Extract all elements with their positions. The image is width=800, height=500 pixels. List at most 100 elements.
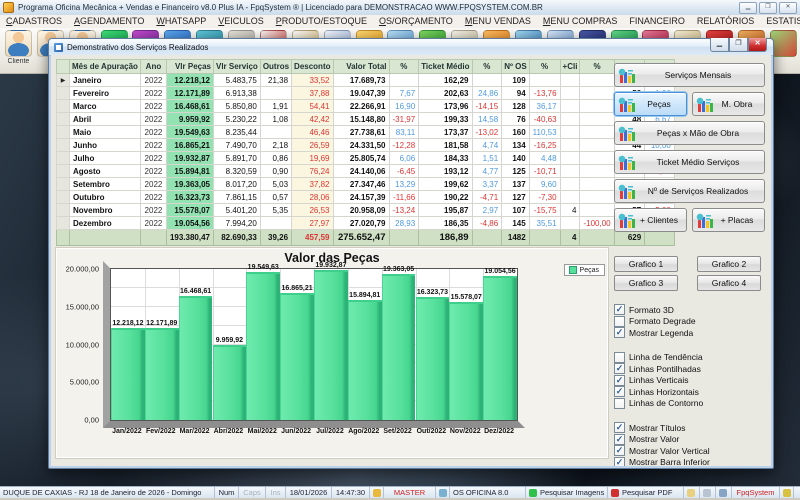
checkbox-mostrar-valor[interactable]: ✓Mostrar Valor [614, 434, 765, 446]
app-close-button[interactable]: ✕ [779, 2, 797, 14]
checkbox-linhas-verticais[interactable]: ✓Linhas Verticais [614, 375, 765, 387]
column-header[interactable]: Mês de Apuração [70, 60, 141, 74]
column-header[interactable]: Vlr Serviço [214, 60, 261, 74]
cell [560, 126, 580, 139]
column-header[interactable]: Valor Total [333, 60, 389, 74]
window-maximize-button[interactable]: ❐ [729, 38, 748, 52]
checkbox-mostrar-barra-inferior[interactable]: ✓Mostrar Barra Inferior [614, 457, 765, 467]
column-header[interactable]: Desconto [292, 60, 333, 74]
cell: 2022 [140, 217, 166, 230]
table-row[interactable]: Agosto202215.894,818.320,590,9076,2424.1… [57, 165, 675, 178]
column-header[interactable]: % [389, 60, 419, 74]
button-ticket-m-dio-servi-os[interactable]: Ticket Médio Serviços [614, 150, 765, 174]
cell: 9,60 [529, 178, 560, 191]
cell: 195,87 [419, 204, 472, 217]
button-m-obra[interactable]: M. Obra [692, 92, 765, 116]
column-header[interactable]: Ano [140, 60, 166, 74]
button-servi-os-mensais[interactable]: Serviços Mensais [614, 63, 765, 87]
column-header[interactable]: % [472, 60, 502, 74]
checkbox-linhas-pontilhadas[interactable]: ✓Linhas Pontilhadas [614, 363, 765, 375]
column-header[interactable]: % [529, 60, 560, 74]
button-pe-as-x-m-o-de-obra[interactable]: Peças x Mão de Obra [614, 121, 765, 145]
bar-value-label: 15.894,81 [349, 292, 380, 299]
column-header[interactable]: +Cli [560, 60, 580, 74]
cell: 27,97 [292, 217, 333, 230]
chart-bar [416, 297, 450, 420]
button-grafico-3[interactable]: Grafico 3 [614, 275, 678, 291]
checkbox-mostrar-t-tulos[interactable]: ✓Mostrar Títulos [614, 422, 765, 434]
table-row[interactable]: Abril20229.959,925.230,221,0842,4215.148… [57, 113, 675, 126]
cell [580, 165, 614, 178]
toolbar-client-icon[interactable]: Cliente [4, 30, 33, 73]
button-n-de-servi-os-realizados[interactable]: Nº de Serviços Realizados [614, 179, 765, 203]
cell: 16.323,73 [166, 191, 213, 204]
button-grafico-4[interactable]: Grafico 4 [697, 275, 761, 291]
column-header[interactable]: Outros [260, 60, 291, 74]
cell: 27.347,46 [333, 178, 389, 191]
checkbox-mostrar-legenda[interactable]: ✓Mostrar Legenda [614, 327, 765, 339]
checkbox-linha-de-tend-ncia[interactable]: Linha de Tendência [614, 352, 765, 364]
menu-item-veiculos[interactable]: VEICULOS [212, 15, 270, 28]
cell: Outubro [70, 191, 141, 204]
table-row[interactable]: Setembro202219.363,058.017,205,0337,8227… [57, 178, 675, 191]
bar-chart-icon [618, 213, 636, 228]
button-grafico-2[interactable]: Grafico 2 [697, 256, 761, 272]
checkbox [614, 316, 625, 327]
checkbox-formato-degrade[interactable]: Formato Degrade [614, 316, 765, 328]
menu-item-financeiro[interactable]: FINANCEIRO [623, 15, 691, 28]
column-header[interactable]: Vlr Peças [166, 60, 213, 74]
button--placas[interactable]: + Placas [692, 208, 765, 232]
cell: 20.958,09 [333, 204, 389, 217]
checkbox-linhas-de-contorno[interactable]: Linhas de Contorno [614, 398, 765, 410]
menu-item-estatistica[interactable]: ESTATISTICA [760, 15, 800, 28]
table-row[interactable]: Marco202216.468,615.850,801,9154,4122.26… [57, 100, 675, 113]
cell: 202,63 [419, 87, 472, 100]
checkbox-mostrar-valor-vertical[interactable]: ✓Mostrar Valor Vertical [614, 445, 765, 457]
column-header[interactable]: Nº OS [502, 60, 529, 74]
menu-item-relat-rios[interactable]: RELATÓRIOS [691, 15, 760, 28]
table-row[interactable]: Julho202219.932,875.891,700,8619,6925.80… [57, 152, 675, 165]
table-row[interactable]: Maio202219.549,638.235,4446,4627.738,618… [57, 126, 675, 139]
checkbox-label: Linhas Horizontais [629, 387, 699, 397]
cell: Novembro [70, 204, 141, 217]
table-row[interactable]: Junho202216.865,217.490,702,1826,5924.33… [57, 139, 675, 152]
cell: 2022 [140, 74, 166, 87]
table-row[interactable]: Outubro202216.323,737.861,150,5728,0624.… [57, 191, 675, 204]
cell: 2022 [140, 87, 166, 100]
cell: 76 [502, 113, 529, 126]
totals-cell [580, 230, 614, 246]
menu-item-cadastros[interactable]: CADASTROS [0, 15, 68, 28]
table-row[interactable]: Novembro202215.578,075.401,205,3526,5320… [57, 204, 675, 217]
menu-item-menu-vendas[interactable]: MENU VENDAS [459, 15, 537, 28]
checkbox-formato-3d[interactable]: ✓Formato 3D [614, 304, 765, 316]
cell: 21,38 [260, 74, 291, 87]
checkbox-label: Formato 3D [629, 305, 674, 315]
menu-item-whatsapp[interactable]: WHATSAPP [150, 15, 212, 28]
column-header[interactable]: % [580, 60, 614, 74]
cell: 28,06 [292, 191, 333, 204]
table-row[interactable]: Dezembro202219.054,567.994,2027,9727.020… [57, 217, 675, 230]
checkbox-label: Mostrar Barra Inferior [629, 457, 710, 466]
window-close-button[interactable]: ✕ [748, 38, 767, 52]
cell [580, 126, 614, 139]
app-restore-button[interactable]: ❐ [759, 2, 777, 14]
column-header[interactable]: Ticket Médio [419, 60, 472, 74]
cell: 27.020,79 [333, 217, 389, 230]
app-minimize-button[interactable]: ▁ [739, 2, 757, 14]
menu-item-agendamento[interactable]: AGENDAMENTO [68, 15, 150, 28]
cell: 33,52 [292, 74, 333, 87]
button-pe-as[interactable]: Peças [614, 92, 687, 116]
y-axis-tick: 20.000,00 [66, 265, 99, 274]
table-row[interactable]: ▶Janeiro202212.218,125.483,7521,3833,521… [57, 74, 675, 87]
button-grafico-1[interactable]: Grafico 1 [614, 256, 678, 272]
window-minimize-button[interactable]: ▁ [710, 38, 729, 52]
menu-item-menu-compras[interactable]: MENU COMPRAS [537, 15, 624, 28]
window-titlebar[interactable]: Demonstrativo dos Serviços Realizados ▁ … [49, 39, 773, 56]
checkbox-linhas-horizontais[interactable]: ✓Linhas Horizontais [614, 386, 765, 398]
menu-item-produto-estoque[interactable]: PRODUTO/ESTOQUE [270, 15, 373, 28]
chart-plot-area: 12.218,1212.171,8916.468,619.959,9219.54… [110, 268, 518, 421]
button--clientes[interactable]: + Clientes [614, 208, 687, 232]
menu-item-os-or-amento[interactable]: OS/ORÇAMENTO [373, 15, 459, 28]
chart-3d-frame: 12.218,1212.171,8916.468,619.959,9219.54… [103, 261, 525, 428]
table-row[interactable]: Fevereiro202212.171,896.913,3837,8819.04… [57, 87, 675, 100]
